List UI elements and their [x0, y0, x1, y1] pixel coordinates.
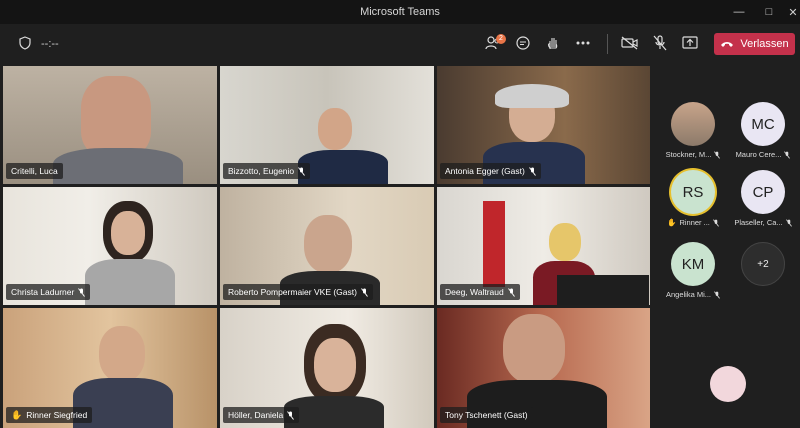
avatar: KM	[671, 242, 715, 286]
camera-off-icon[interactable]	[619, 32, 641, 54]
video-tile[interactable]: ✋ Rinner Siegfried	[3, 308, 217, 428]
tile-name: Antonia Egger (Gast)	[445, 166, 525, 176]
avatar: RS	[671, 170, 715, 214]
tile-name-tag: Antonia Egger (Gast)	[440, 163, 541, 179]
participant-face	[99, 326, 145, 382]
video-tile[interactable]: Antonia Egger (Gast)	[437, 66, 650, 184]
toolbar-divider	[607, 34, 608, 54]
participant-name: Plaseller, Ca...	[734, 218, 783, 227]
participant-roster: Stockner, M... MC Mauro Cere... RS ✋ Rinn…	[652, 66, 800, 428]
participant-avatar-item[interactable]: RS ✋ Rinner ...	[662, 170, 724, 227]
participant-avatar-item[interactable]: Stockner, M...	[662, 102, 724, 159]
participant-face	[318, 108, 352, 150]
participant-hair	[495, 84, 569, 108]
participant-face	[314, 338, 356, 392]
participant-face	[111, 211, 145, 255]
participant-avatar-item[interactable]: KM Angelika Mi...	[662, 242, 724, 299]
participant-name: Rinner ...	[679, 218, 710, 227]
mic-off-icon	[714, 290, 720, 299]
mic-off-icon	[712, 218, 719, 227]
mic-off-icon[interactable]	[649, 32, 671, 54]
leave-button[interactable]: Verlassen	[714, 33, 795, 55]
video-tile[interactable]: Tony Tschenett (Gast)	[437, 308, 650, 428]
raise-hand-icon: ✋	[667, 218, 677, 227]
participant-face	[81, 76, 151, 156]
mic-off-icon	[298, 166, 306, 176]
tile-name: Tony Tschenett (Gast)	[445, 410, 528, 420]
more-options-icon[interactable]	[572, 32, 594, 54]
participant-face	[304, 215, 352, 273]
video-grid: Critelli, Luca Bizzotto, Eugenio Antonia…	[3, 66, 650, 428]
flag	[483, 201, 505, 287]
mic-off-icon	[785, 218, 792, 227]
raise-hand-icon[interactable]	[542, 32, 564, 54]
minimize-icon[interactable]: —	[724, 0, 754, 24]
tile-name-tag: Deeg, Waltraud	[440, 284, 520, 300]
raise-hand-icon: ✋	[11, 410, 23, 420]
mic-off-icon	[78, 287, 86, 297]
video-tile[interactable]: Critelli, Luca	[3, 66, 217, 184]
mic-off-icon	[361, 287, 368, 297]
participants-badge: 2	[496, 34, 506, 44]
participant-name: Stockner, M...	[665, 150, 712, 159]
tile-name-tag: ✋ Rinner Siegfried	[6, 407, 93, 423]
tile-name: Critelli, Luca	[11, 166, 58, 176]
close-icon[interactable]: ✕	[778, 0, 800, 24]
participant-avatar-item[interactable]: CP Plaseller, Ca...	[732, 170, 794, 227]
tile-name: Roberto Pompermaier VKE (Gast)	[228, 287, 357, 297]
avatar: MC	[741, 102, 785, 146]
video-tile[interactable]: Höller, Daniela	[220, 308, 434, 428]
participant-name: Angelika Mi...	[665, 290, 712, 299]
participant-name: Mauro Cere...	[735, 150, 782, 159]
meeting-toolbar: --:-- 2 Verlassen	[0, 24, 800, 64]
video-tile[interactable]: Roberto Pompermaier VKE (Gast)	[220, 187, 434, 305]
self-view-avatar[interactable]	[710, 366, 746, 402]
tile-name-tag: Critelli, Luca	[6, 163, 63, 179]
leave-label: Verlassen	[740, 38, 789, 50]
participant-avatar-item[interactable]: MC Mauro Cere...	[732, 102, 794, 159]
tile-name: Bizzotto, Eugenio	[228, 166, 295, 176]
tile-name-tag: Höller, Daniela	[223, 407, 300, 423]
mic-off-icon	[714, 150, 721, 159]
more-participants-button[interactable]: +2	[732, 242, 794, 286]
video-tile[interactable]: Christa Ladurner	[3, 187, 217, 305]
share-screen-icon[interactable]	[679, 32, 701, 54]
participant-body	[298, 150, 388, 184]
mic-off-icon	[507, 287, 515, 297]
tile-name: Rinner Siegfried	[26, 410, 88, 420]
video-tile[interactable]: Bizzotto, Eugenio	[220, 66, 434, 184]
tile-name-tag: Bizzotto, Eugenio	[223, 163, 311, 179]
shield-icon	[14, 32, 36, 54]
participant-body	[85, 259, 175, 305]
mic-off-icon	[528, 166, 536, 176]
chat-icon[interactable]	[512, 32, 534, 54]
more-participants-count: +2	[741, 242, 785, 286]
tile-name-tag: Tony Tschenett (Gast)	[440, 407, 533, 423]
mic-off-icon	[287, 410, 295, 420]
tile-name-tag: Christa Ladurner	[6, 284, 91, 300]
hang-up-icon	[721, 42, 734, 47]
avatar: CP	[741, 170, 785, 214]
meeting-timer: --:--	[41, 38, 59, 50]
participant-body	[53, 148, 183, 184]
tile-name-tag: Roberto Pompermaier VKE (Gast)	[223, 284, 373, 300]
title-bar: Microsoft Teams — □ ✕	[0, 0, 800, 24]
participant-hair	[549, 223, 581, 261]
mic-off-icon	[784, 150, 791, 159]
avatar	[671, 102, 715, 146]
window-title: Microsoft Teams	[360, 6, 440, 18]
tile-name: Christa Ladurner	[11, 287, 75, 297]
tile-name: Höller, Daniela	[228, 410, 284, 420]
participant-face	[503, 314, 565, 384]
tile-name: Deeg, Waltraud	[445, 287, 504, 297]
video-tile[interactable]: Deeg, Waltraud	[437, 187, 650, 305]
laptop	[557, 275, 649, 305]
